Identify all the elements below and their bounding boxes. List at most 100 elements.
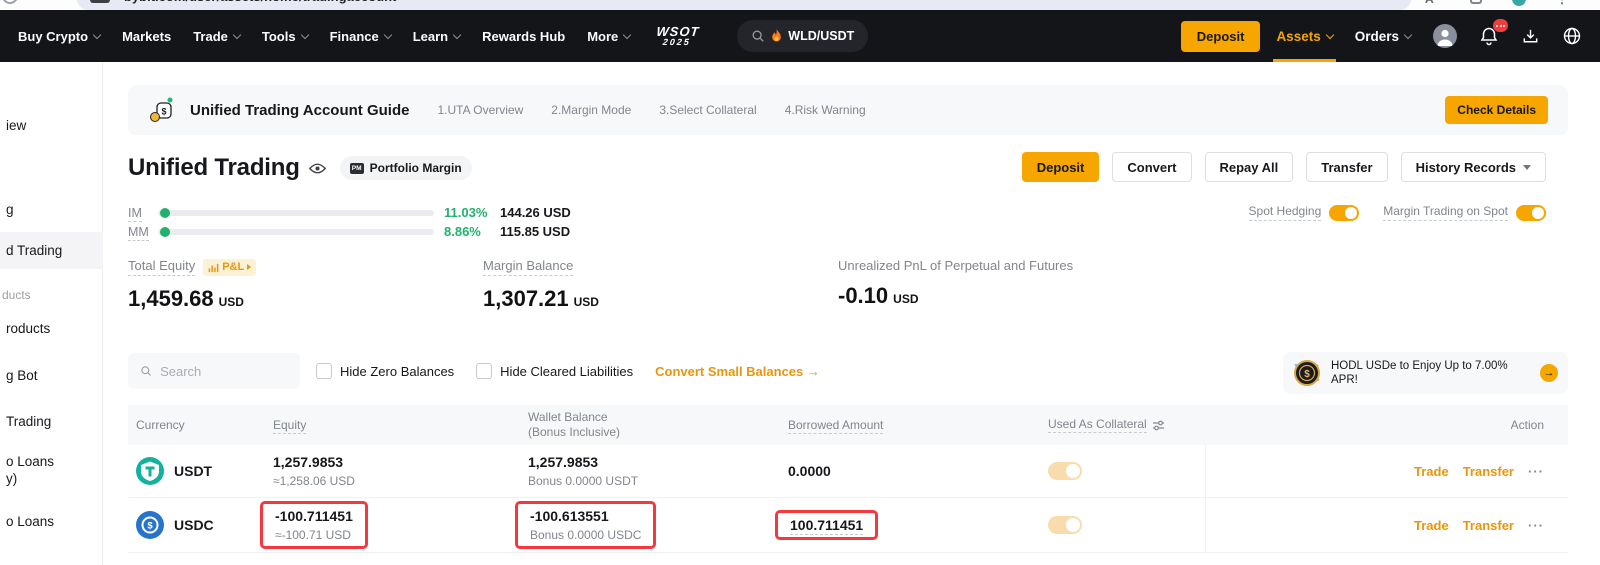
portfolio-margin-badge[interactable]: PM Portfolio Margin (340, 156, 472, 180)
margin-ratio-section: IM 11.03% 144.26 USD MM 8.86% 115.85 USD (128, 203, 571, 241)
col-used-as-collateral: Used As Collateral (1040, 417, 1205, 433)
reload-icon[interactable] (2, 0, 18, 4)
guide-step-2[interactable]: 2.Margin Mode (551, 103, 631, 117)
nav-tools[interactable]: Tools (262, 29, 308, 44)
usdt-trade-link[interactable]: Trade (1414, 464, 1449, 479)
download-app[interactable] (1521, 27, 1540, 46)
svg-text:$: $ (1304, 369, 1310, 380)
nav-learn[interactable]: Learn (413, 29, 460, 44)
promo-arrow-button[interactable]: → (1540, 364, 1558, 382)
sidebar-item-overview[interactable]: iew (6, 118, 26, 133)
side-panel-icon[interactable] (1470, 0, 1482, 4)
address-bar[interactable]: bybit.com/user/assets/home/tradingaccoun… (76, 0, 1412, 10)
history-records-button[interactable]: History Records (1401, 152, 1546, 182)
reader-mode-icon[interactable]: A (1425, 0, 1434, 6)
page-title-row: Unified Trading PM Portfolio Margin (128, 154, 472, 182)
promo-text: HODL USDe to Enjoy Up to 7.00% APR! (1331, 359, 1530, 387)
usdt-action-cell: Trade Transfer ··· (1205, 445, 1568, 497)
repay-all-button[interactable]: Repay All (1205, 152, 1294, 182)
hide-cleared-liabilities-option[interactable]: Hide Cleared Liabilities (476, 363, 633, 379)
usdt-borrowed-cell: 0.0000 (780, 463, 1040, 479)
browser-menu-icon[interactable]: ⋮ (1556, 0, 1568, 6)
transfer-button[interactable]: Transfer (1306, 152, 1387, 182)
account-action-buttons: Deposit Convert Repay All Transfer Histo… (1022, 152, 1546, 182)
mm-progress-knob (160, 227, 170, 237)
hide-zero-balances-option[interactable]: Hide Zero Balances (316, 363, 454, 379)
nav-markets[interactable]: Markets (122, 29, 171, 44)
search-icon (140, 364, 152, 378)
sidebar-item-loans[interactable]: o Loans (6, 514, 54, 529)
more-actions-icon[interactable]: ··· (1528, 518, 1544, 533)
browser-profile-avatar[interactable] (1512, 0, 1526, 6)
nav-search-pill[interactable]: WLD/USDT (737, 20, 868, 52)
nav-buy-crypto[interactable]: Buy Crypto (18, 29, 100, 44)
chart-bars-icon (208, 262, 219, 273)
download-icon (1521, 27, 1540, 46)
language-globe[interactable] (1562, 26, 1582, 46)
usdt-collateral-cell (1040, 462, 1205, 480)
spot-hedging-toggle[interactable] (1329, 205, 1359, 221)
unrealized-pnl-unit: USD (893, 292, 918, 306)
nav-orders[interactable]: Orders (1355, 29, 1411, 44)
guide-illustration-icon: $ (148, 95, 178, 125)
total-equity-stat: Total Equity P&L 1,459.68USD (128, 258, 256, 312)
hide-cleared-checkbox[interactable] (476, 363, 492, 379)
sidebar-item-unified-trading[interactable]: d Trading (6, 243, 62, 258)
sidebar-item-loans-legacy[interactable]: o Loans (6, 454, 54, 469)
guide-step-4[interactable]: 4.Risk Warning (785, 103, 866, 117)
chevron-down-icon (1325, 30, 1333, 38)
nav-more[interactable]: More (587, 29, 630, 44)
guide-title: Unified Trading Account Guide (190, 102, 409, 119)
usdc-collateral-toggle[interactable] (1048, 516, 1082, 534)
sidebar-item-loans-legacy-2[interactable]: y) (6, 471, 17, 486)
sidebar-item-products[interactable]: roducts (6, 321, 50, 336)
convert-button[interactable]: Convert (1112, 152, 1191, 182)
deposit-button[interactable]: Deposit (1022, 152, 1100, 182)
hide-balance-eye-icon[interactable] (309, 163, 326, 174)
hide-zero-checkbox[interactable] (316, 363, 332, 379)
usdc-transfer-link[interactable]: Transfer (1463, 518, 1514, 533)
nav-assets[interactable]: Assets (1276, 10, 1332, 62)
nav-deposit-button[interactable]: Deposit (1181, 21, 1261, 52)
chevron-down-icon (383, 30, 391, 38)
nav-rewards-hub[interactable]: Rewards Hub (482, 29, 565, 44)
sidebar-item-funding[interactable]: g (6, 202, 14, 217)
usdt-transfer-link[interactable]: Transfer (1463, 464, 1514, 479)
col-action: Action (1205, 418, 1568, 432)
convert-small-balances-link[interactable]: Convert Small Balances → (655, 364, 820, 379)
more-actions-icon[interactable]: ··· (1528, 464, 1544, 479)
table-filter-row: Hide Zero Balances Hide Cleared Liabilit… (128, 353, 820, 389)
col-wallet-balance: Wallet Balance(Bonus Inclusive) (520, 410, 780, 440)
sidebar-item-trading-bot[interactable]: g Bot (6, 368, 38, 383)
usde-promo-banner[interactable]: $ HODL USDe to Enjoy Up to 7.00% APR! → (1283, 352, 1568, 394)
im-progress-knob (160, 208, 170, 218)
col-currency: Currency (128, 418, 265, 432)
usdt-collateral-toggle[interactable] (1048, 462, 1082, 480)
usdc-trade-link[interactable]: Trade (1414, 518, 1449, 533)
account-avatar[interactable] (1433, 24, 1457, 48)
sidebar-section-label: ducts (2, 288, 31, 302)
asset-search-box[interactable] (128, 353, 300, 389)
guide-step-1[interactable]: 1.UTA Overview (437, 103, 523, 117)
spot-settings: Spot Hedging Margin Trading on Spot (1249, 204, 1546, 221)
wsot-2025-logo[interactable]: WSOT 2025 (655, 25, 700, 47)
nav-trade[interactable]: Trade (193, 29, 240, 44)
guide-step-3[interactable]: 3.Select Collateral (659, 103, 756, 117)
usdc-wallet-cell: -100.613551 Bonus 0.0000 USDC (520, 501, 780, 549)
page-title: Unified Trading (128, 154, 300, 182)
nav-finance[interactable]: Finance (330, 29, 391, 44)
main-content: $ Unified Trading Account Guide 1.UTA Ov… (103, 62, 1600, 565)
usdc-action-cell: Trade Transfer ··· (1205, 498, 1568, 552)
uta-guide-banner: $ Unified Trading Account Guide 1.UTA Ov… (128, 85, 1568, 135)
search-input[interactable] (160, 364, 288, 379)
pnl-badge[interactable]: P&L (203, 259, 256, 276)
search-icon (751, 29, 765, 43)
sidebar-item-copy-trading[interactable]: Trading (6, 414, 51, 429)
im-label: IM (128, 206, 142, 222)
svg-text:$: $ (147, 521, 153, 532)
check-details-button[interactable]: Check Details (1445, 96, 1548, 124)
margin-trading-toggle[interactable] (1516, 205, 1546, 221)
mm-label: MM (128, 225, 149, 241)
filter-sliders-icon[interactable] (1152, 419, 1165, 432)
notifications-bell[interactable] (1479, 26, 1499, 46)
